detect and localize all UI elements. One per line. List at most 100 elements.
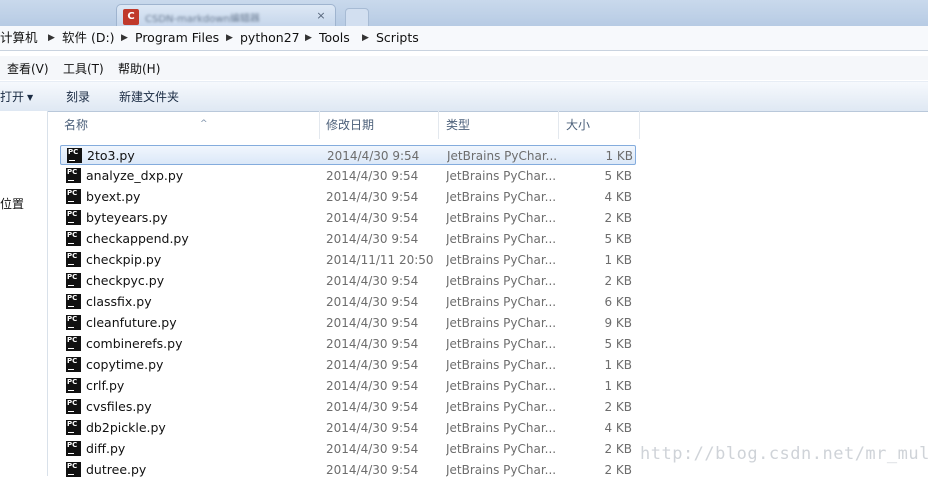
file-date-modified: 2014/4/30 9:54 [326,421,419,435]
file-type: JetBrains PyChar... [446,421,557,435]
file-row[interactable]: PC classfix.py 2014/4/30 9:54 JetBrains PyC… [60,292,636,312]
file-size: 2 KB [604,442,632,456]
pycharm-file-icon: PC [66,441,81,456]
column-header-size-label: 大小 [566,118,591,132]
file-row[interactable]: PC 2to3.py 2014/4/30 9:54 JetBrains PyChar.… [60,145,636,165]
file-date-modified: 2014/4/30 9:54 [326,442,419,456]
file-date-modified: 2014/4/30 9:54 [326,232,419,246]
file-size: 1 KB [605,149,633,163]
file-date-modified: 2014/4/30 9:54 [326,358,419,372]
breadcrumb-separator-icon[interactable]: ▶ [305,30,312,46]
breadcrumb-separator-icon[interactable]: ▶ [226,30,233,46]
breadcrumb-scripts[interactable]: Scripts [376,30,419,46]
nav-item-locations[interactable]: 位置 [0,195,24,212]
file-row[interactable]: PC byteyears.py 2014/4/30 9:54 JetBrains Py… [60,208,636,228]
watermark-text: http://blog.csdn.net/mr_muli [640,444,928,464]
breadcrumb-separator-icon[interactable]: ▶ [362,30,369,46]
file-name: checkpyc.py [86,273,165,288]
file-name: cleanfuture.py [86,315,177,330]
file-row[interactable]: PC analyze_dxp.py 2014/4/30 9:54 JetBrains … [60,166,636,186]
file-size: 4 KB [604,421,632,435]
file-size: 4 KB [604,190,632,204]
file-row[interactable]: PC cleanfuture.py 2014/4/30 9:54 JetBrains … [60,313,636,333]
file-row[interactable]: PC combinerefs.py 2014/4/30 9:54 JetBrains … [60,334,636,354]
file-row[interactable]: PC checkpyc.py 2014/4/30 9:54 JetBrains PyC… [60,271,636,291]
breadcrumb-drive[interactable]: 软件 (D:) [62,30,115,46]
file-name: classfix.py [86,294,152,309]
file-row[interactable]: PC diff.py 2014/4/30 9:54 JetBrains PyChar.… [60,439,636,459]
file-row[interactable]: PC byext.py 2014/4/30 9:54 JetBrains PyChar… [60,187,636,207]
file-row[interactable]: PC db2pickle.py 2014/4/30 9:54 JetBrains Py… [60,418,636,438]
file-size: 1 KB [604,379,632,393]
breadcrumb-program-files[interactable]: Program Files [135,30,219,46]
file-row[interactable]: PC crlf.py 2014/4/30 9:54 JetBrains PyChar.… [60,376,636,396]
file-size: 9 KB [604,316,632,330]
file-name: copytime.py [86,357,164,372]
new-folder-button[interactable]: 新建文件夹 [119,89,179,105]
file-size: 2 KB [604,400,632,414]
file-size: 2 KB [604,274,632,288]
breadcrumb-python27[interactable]: python27 [240,30,300,46]
file-size: 2 KB [604,211,632,225]
sort-ascending-icon: ^ [200,119,208,129]
file-date-modified: 2014/4/30 9:54 [326,190,419,204]
file-row[interactable]: PC cvsfiles.py 2014/4/30 9:54 JetBrains PyC… [60,397,636,417]
file-type: JetBrains PyChar... [446,190,557,204]
menu-bar: 查看(V) 工具(T) 帮助(H) [0,56,928,80]
file-date-modified: 2014/4/30 9:54 [326,295,419,309]
breadcrumb-tools[interactable]: Tools [319,30,350,46]
column-header-name[interactable]: 名称 ^ [64,111,320,139]
csdn-tab-icon: C [123,9,139,25]
menu-view[interactable]: 查看(V) [7,61,49,77]
file-list[interactable]: 名称 ^ 修改日期 类型 大小 PC 2to3.py 2014/4/30 9:54 J… [48,111,928,477]
pycharm-file-icon: PC [66,294,81,309]
address-bar[interactable]: 计算机 ▶ 软件 (D:) ▶ Program Files ▶ python27… [0,26,928,51]
file-size: 5 KB [604,232,632,246]
open-button[interactable]: 打开 [0,89,24,105]
breadcrumb-separator-icon[interactable]: ▶ [48,30,55,46]
pycharm-file-icon: PC [66,315,81,330]
pycharm-file-icon: PC [66,462,81,477]
file-name: diff.py [86,441,126,456]
file-type: JetBrains PyChar... [446,169,557,183]
file-date-modified: 2014/4/30 9:54 [326,211,419,225]
file-size: 6 KB [604,295,632,309]
open-dropdown-chevron-icon[interactable]: ▼ [27,90,33,106]
file-name: checkpip.py [86,252,162,267]
browser-tab[interactable]: C CSDN-markdown编辑器 × [116,4,336,26]
tab-close-icon[interactable]: × [313,8,329,24]
file-type: JetBrains PyChar... [446,253,557,267]
file-row[interactable]: PC checkappend.py 2014/4/30 9:54 JetBrains … [60,229,636,249]
pycharm-file-icon: PC [66,357,81,372]
column-header-type[interactable]: 类型 [446,111,559,139]
column-header-size[interactable]: 大小 [566,111,640,139]
column-header-type-label: 类型 [446,118,471,132]
navigation-pane[interactable]: 位置 [0,111,48,476]
menu-help[interactable]: 帮助(H) [118,61,160,77]
breadcrumb-computer[interactable]: 计算机 [0,30,38,46]
file-row[interactable]: PC copytime.py 2014/4/30 9:54 JetBrains PyC… [60,355,636,375]
pycharm-file-icon: PC [66,189,81,204]
file-row[interactable]: PC checkpip.py 2014/11/11 20:50 JetBrains P… [60,250,636,270]
file-type: JetBrains PyChar... [446,316,557,330]
breadcrumb-separator-icon[interactable]: ▶ [121,30,128,46]
file-type: JetBrains PyChar... [446,379,557,393]
column-header-name-label: 名称 [64,118,89,132]
file-size: 5 KB [604,337,632,351]
file-type: JetBrains PyChar... [446,211,557,225]
pycharm-file-icon: PC [67,148,82,163]
pycharm-file-icon: PC [66,399,81,414]
file-name: byteyears.py [86,210,168,225]
menu-tools[interactable]: 工具(T) [63,61,104,77]
file-type: JetBrains PyChar... [446,295,557,309]
file-type: JetBrains PyChar... [446,442,557,456]
file-date-modified: 2014/4/30 9:54 [326,379,419,393]
file-date-modified: 2014/4/30 9:54 [326,169,419,183]
pycharm-file-icon: PC [66,420,81,435]
file-name: 2to3.py [87,148,135,163]
column-header-date[interactable]: 修改日期 [326,111,439,139]
file-row[interactable]: PC dutree.py 2014/4/30 9:54 JetBrains PyCha… [60,460,636,480]
burn-button[interactable]: 刻录 [66,89,90,105]
file-type: JetBrains PyChar... [446,358,557,372]
new-tab-button[interactable] [345,8,369,26]
